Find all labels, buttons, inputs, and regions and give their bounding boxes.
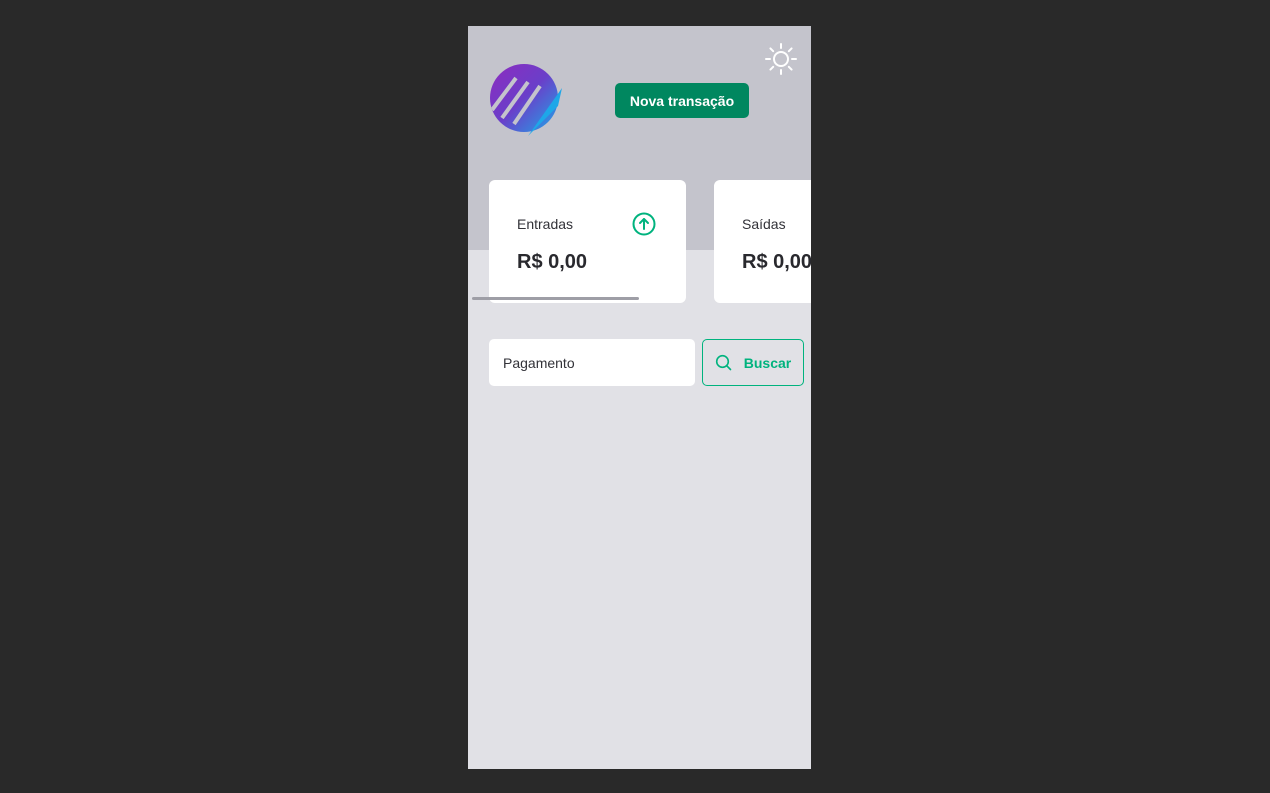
income-card: Entradas R$ 0,00 [489,180,686,303]
search-button[interactable]: Buscar [702,339,804,386]
search-input[interactable] [489,339,695,386]
sun-icon[interactable] [764,42,798,76]
new-transaction-button[interactable]: Nova transação [615,83,749,118]
outcome-card: Saídas R$ 0,00 [714,180,811,303]
summary-cards: Entradas R$ 0,00 Saídas R$ 0,00 [489,180,811,303]
arrow-circle-up-icon [632,212,656,236]
search-icon [715,354,732,371]
search-button-label: Buscar [743,354,792,371]
outcome-title: Saídas [742,216,786,232]
income-value: R$ 0,00 [517,251,588,273]
cards-scrollbar[interactable] [472,297,639,300]
outcome-value: R$ 0,00 [742,251,811,273]
app-screen: Nova transação Entradas R$ 0,00 Saídas R… [468,26,811,769]
income-title: Entradas [517,216,574,232]
app-logo [490,64,562,136]
